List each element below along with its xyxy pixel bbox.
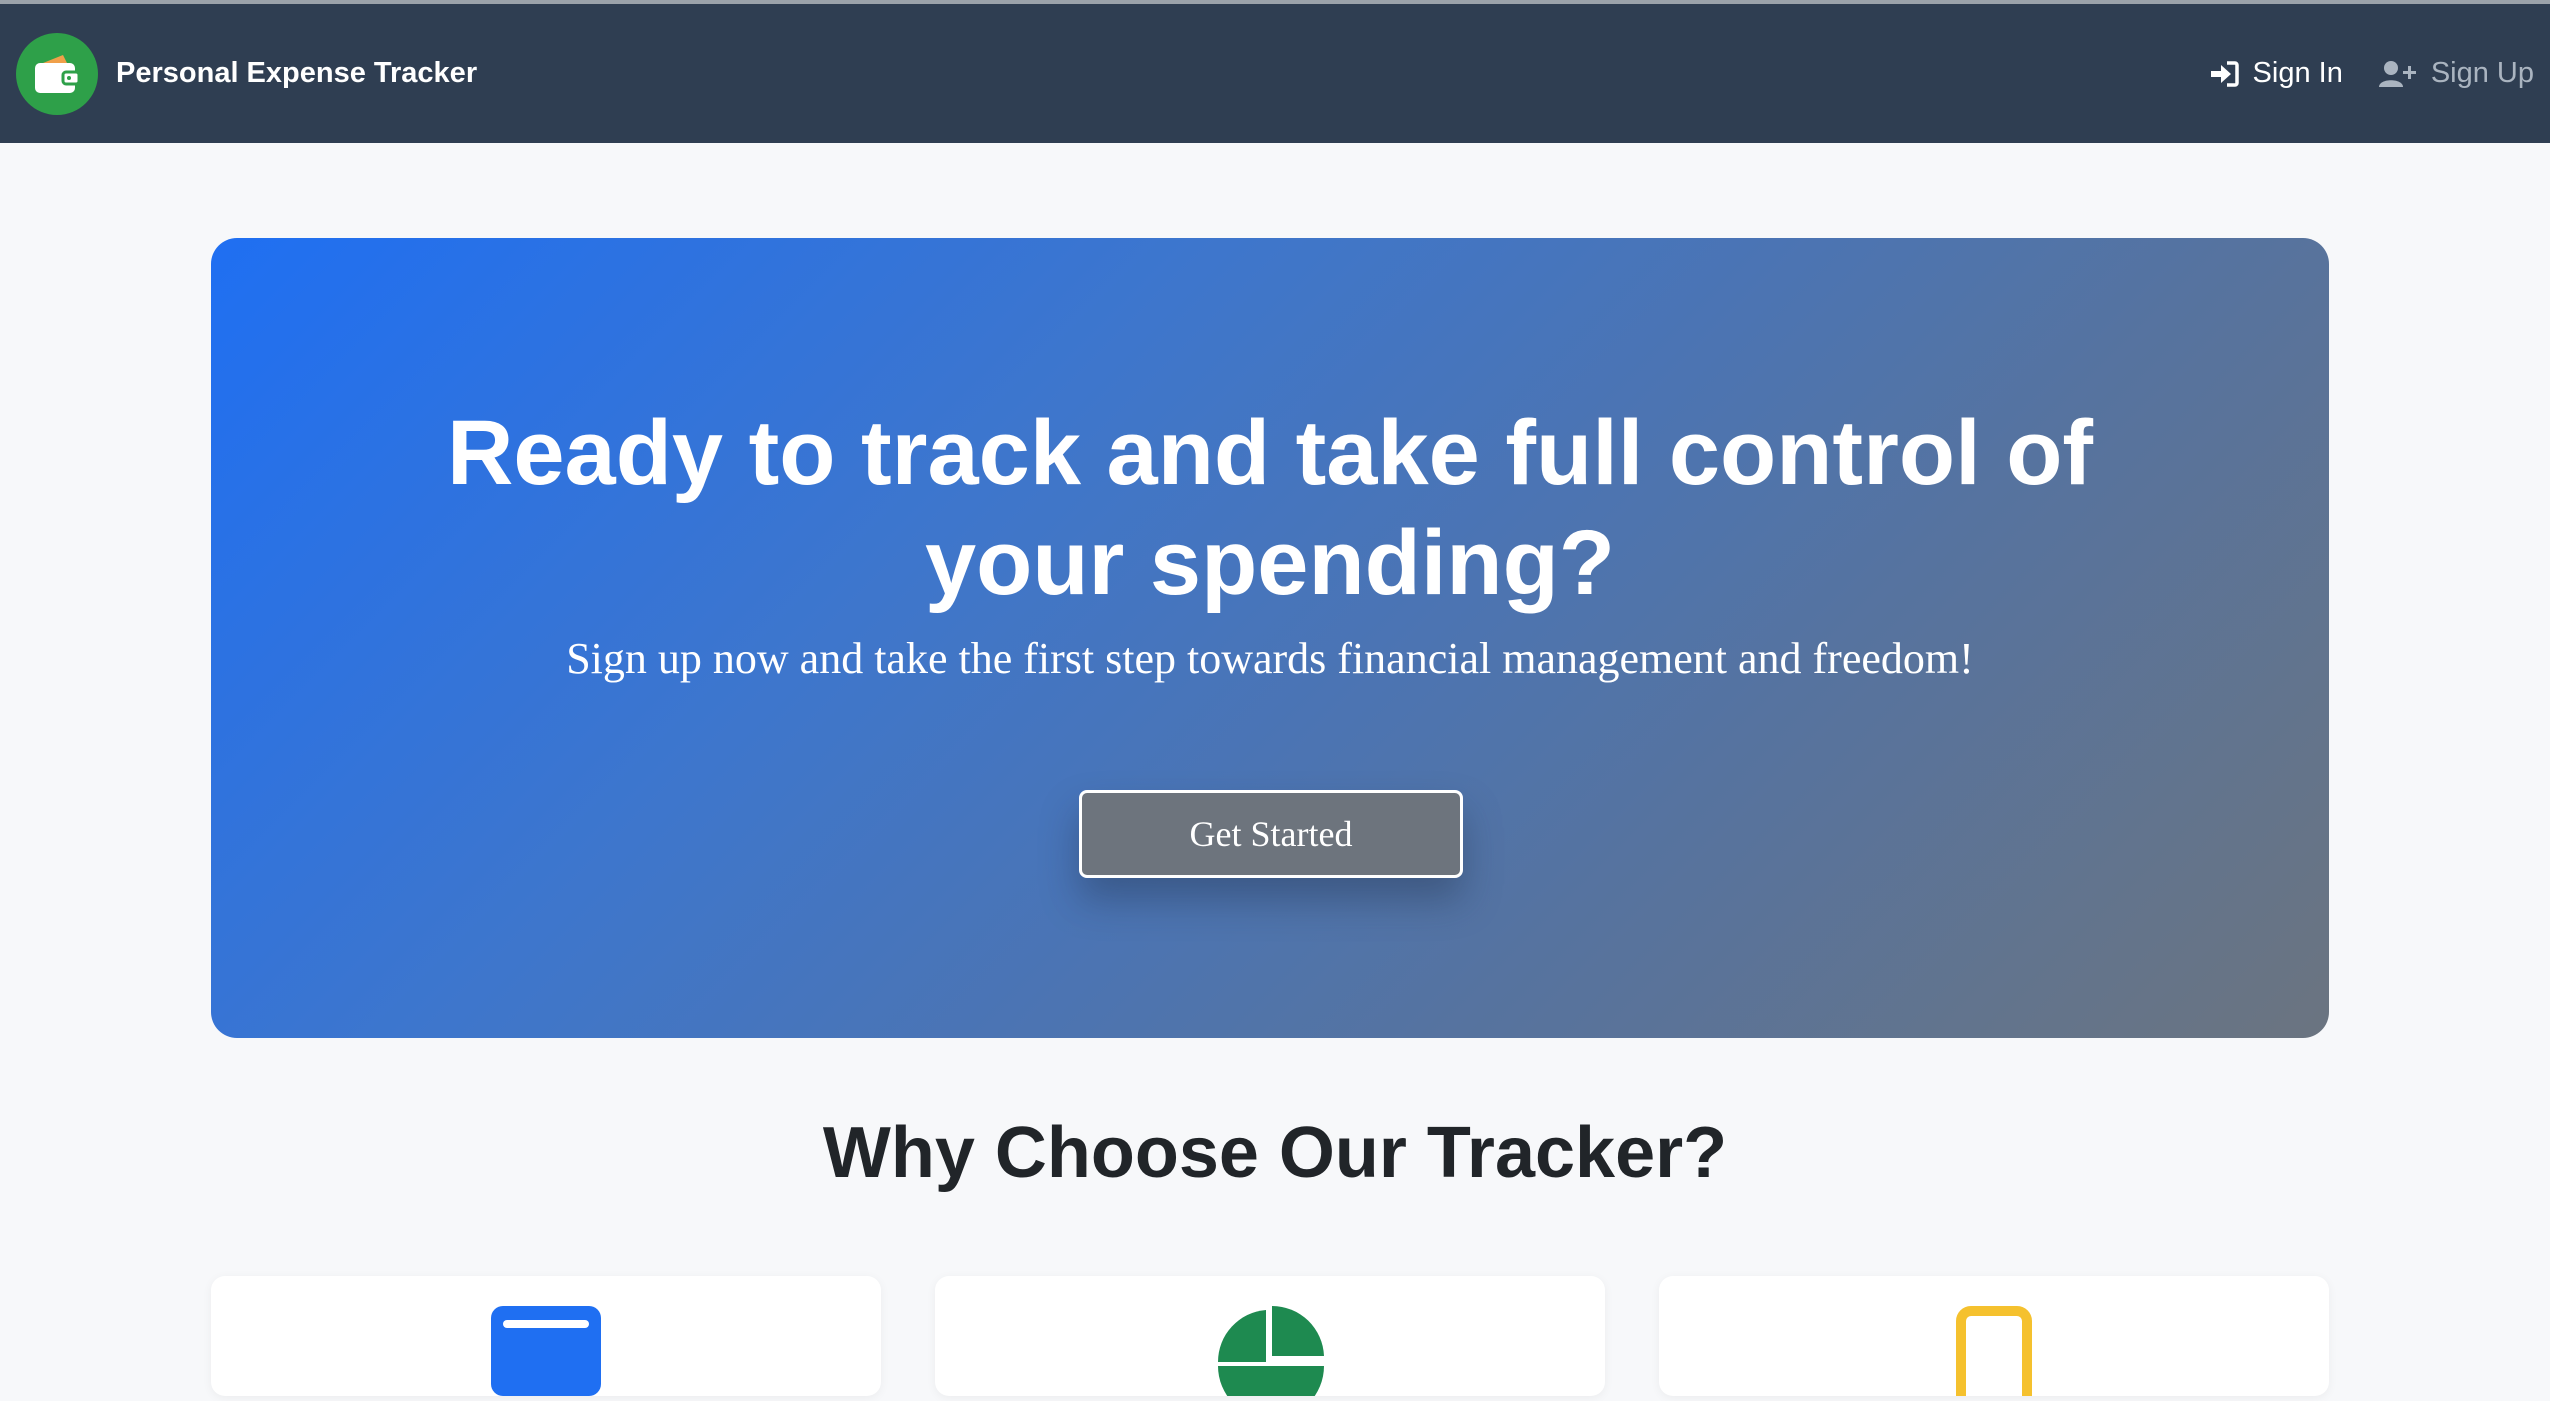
feature-card [1659,1276,2329,1401]
wallet-icon [491,1306,601,1401]
nav-links: Sign In Sign Up [2173,57,2534,90]
sign-in-label: Sign In [2252,57,2343,89]
navbar: Personal Expense Tracker Sign In Sign Up [0,4,2550,143]
get-started-button[interactable]: Get Started [1079,790,1463,878]
hero-subtitle: Sign up now and take the first step towa… [566,634,1974,683]
hero-title: Ready to track and take full control of … [446,402,2094,614]
hero-banner: Ready to track and take full control of … [211,238,2329,1038]
sign-up-label: Sign Up [2430,57,2534,89]
pie-chart-icon [1214,1306,1326,1401]
sign-in-link[interactable]: Sign In [2209,57,2343,90]
sign-up-link[interactable]: Sign Up [2378,57,2534,90]
wallet-icon [16,32,98,115]
feature-card [935,1276,1605,1401]
features-title: Why Choose Our Tracker? [822,1113,1728,1193]
user-plus-icon [2378,60,2416,87]
sign-in-icon [2210,60,2239,87]
feature-card [211,1276,881,1396]
mobile-icon [1956,1306,2032,1401]
brand[interactable]: Personal Expense Tracker [16,32,478,115]
brand-name: Personal Expense Tracker [116,57,478,89]
